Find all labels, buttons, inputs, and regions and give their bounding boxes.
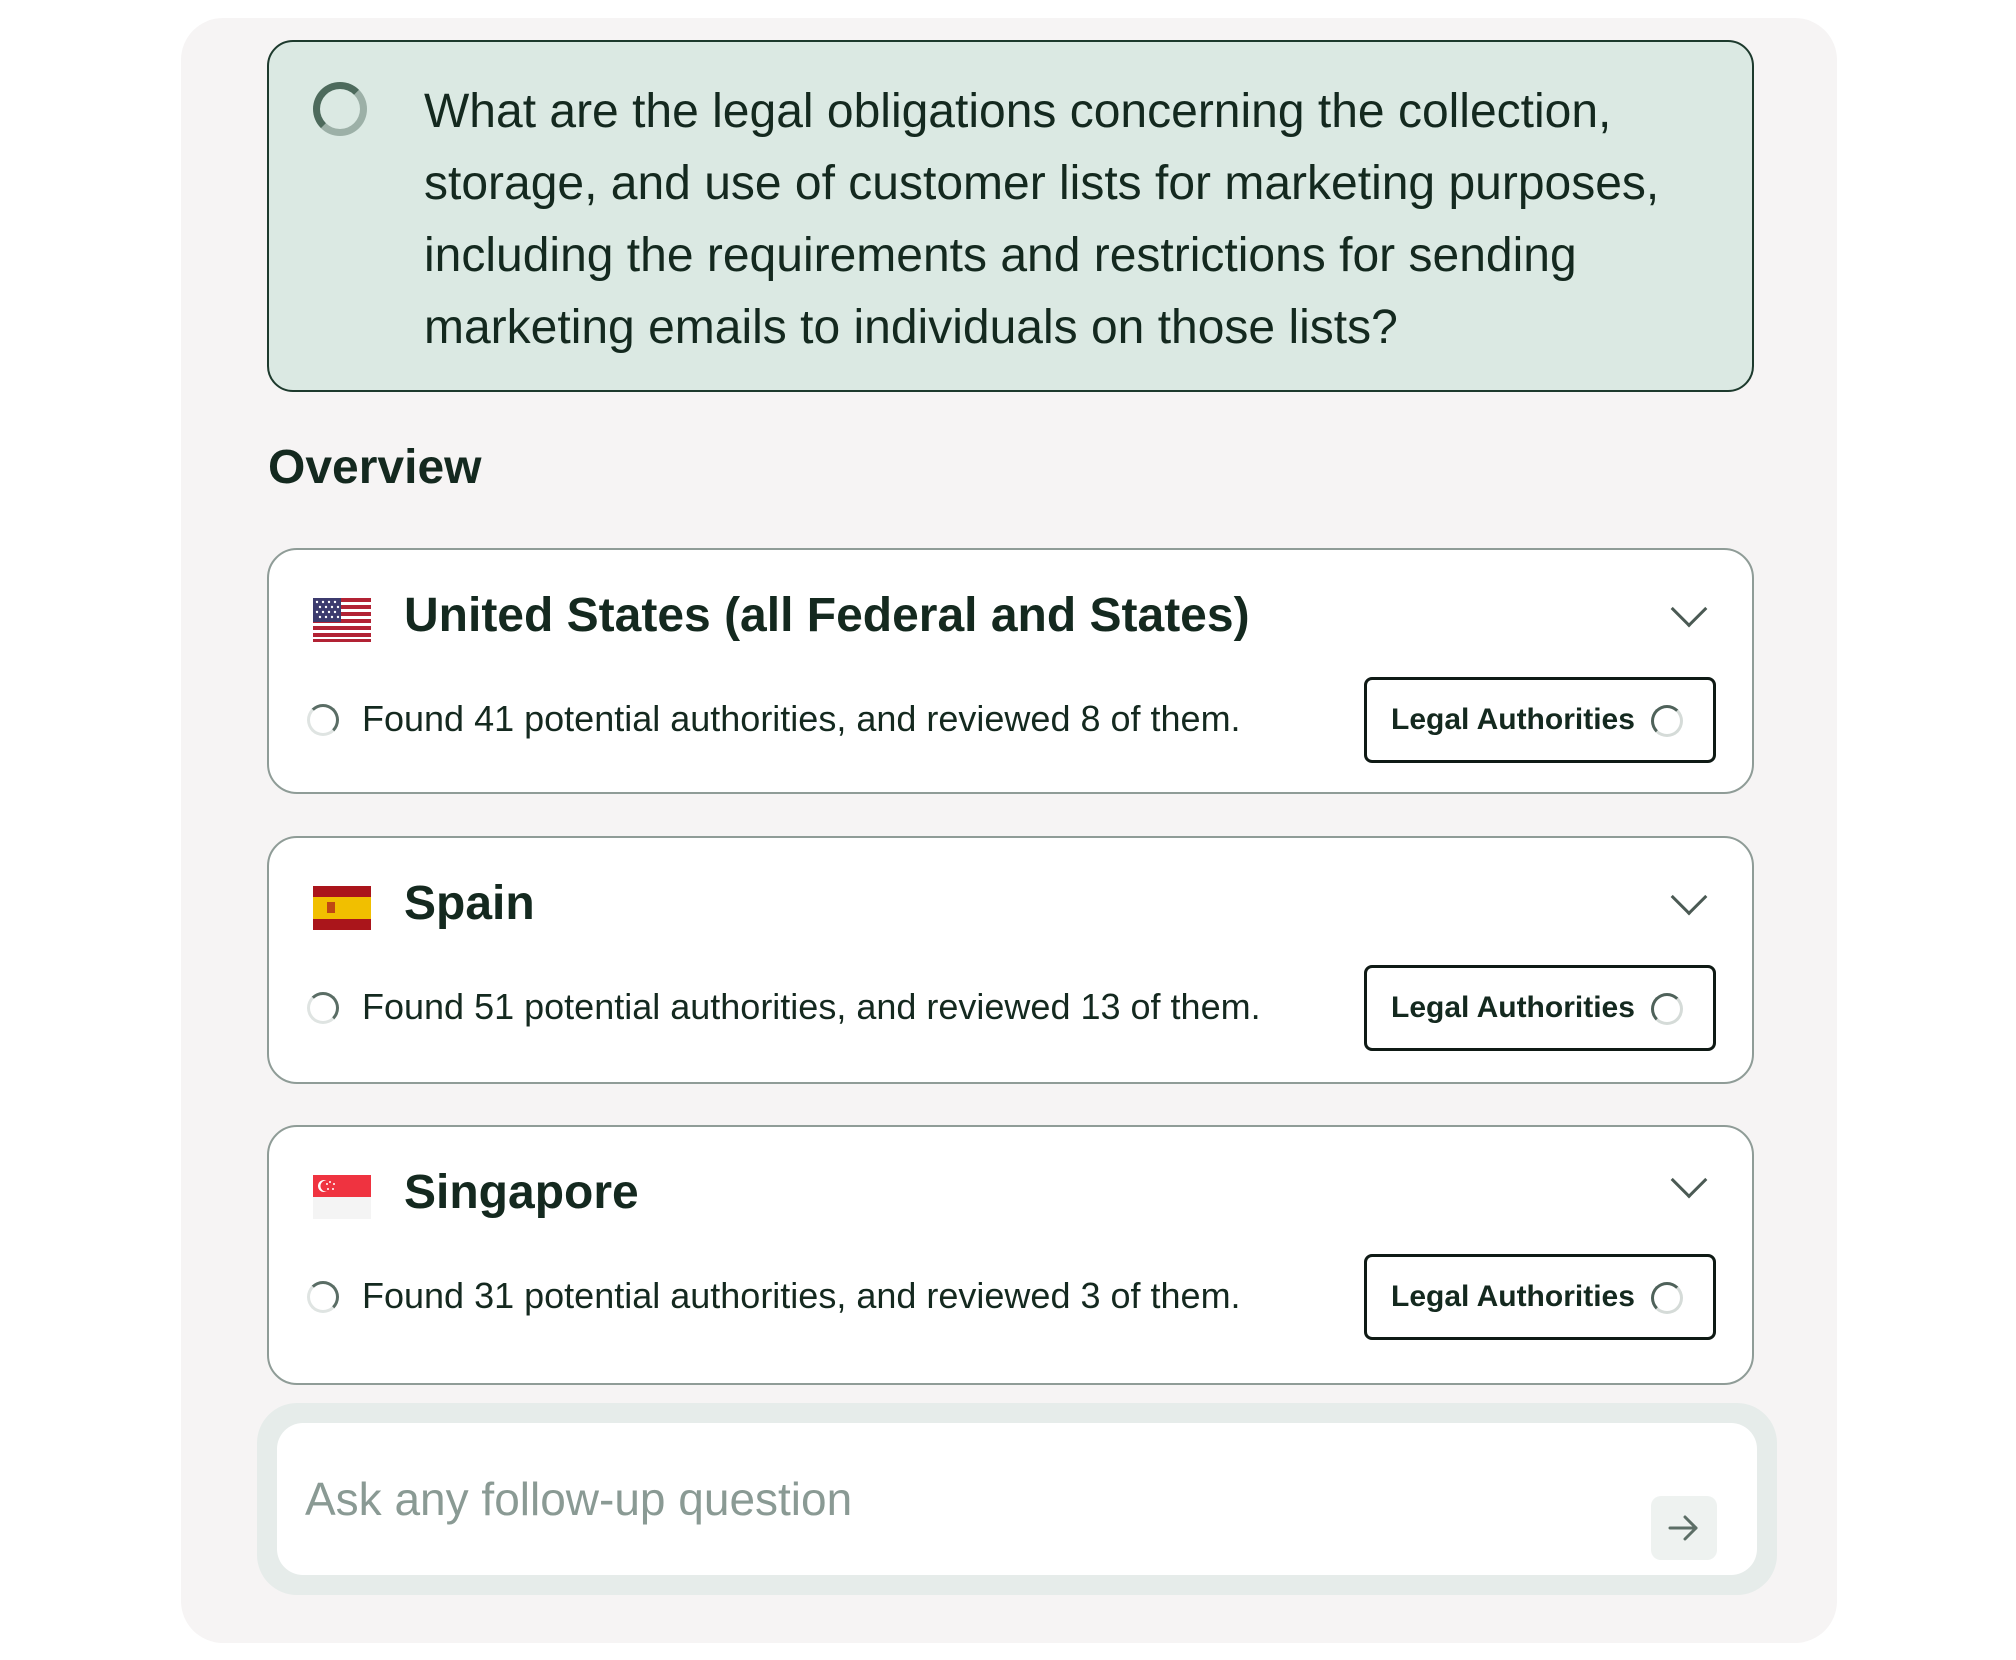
send-button[interactable] <box>1651 1496 1717 1560</box>
overview-heading: Overview <box>268 441 482 494</box>
loading-spinner-icon <box>1651 993 1683 1025</box>
status-text: Found 41 potential authorities, and revi… <box>362 698 1241 739</box>
loading-spinner-icon <box>307 992 339 1024</box>
loading-spinner-icon <box>1651 1282 1683 1314</box>
singapore-flag-icon <box>313 1175 371 1219</box>
button-label: Legal Authorities <box>1391 703 1635 736</box>
follow-up-container <box>257 1403 1777 1595</box>
chevron-down-icon[interactable] <box>1670 1161 1708 1199</box>
follow-up-input[interactable] <box>277 1423 1757 1575</box>
legal-authorities-button[interactable]: Legal Authorities <box>1364 965 1716 1051</box>
status-text: Found 31 potential authorities, and revi… <box>362 1275 1241 1316</box>
loading-spinner-icon <box>307 1281 339 1313</box>
legal-authorities-button[interactable]: Legal Authorities <box>1364 1254 1716 1340</box>
button-label: Legal Authorities <box>1391 1280 1635 1313</box>
button-label: Legal Authorities <box>1391 991 1635 1024</box>
loading-spinner-icon <box>307 704 339 736</box>
jurisdiction-card-united-states[interactable]: United States (all Federal and States) F… <box>267 548 1754 794</box>
arrow-right-icon <box>1668 1515 1698 1541</box>
chevron-down-icon[interactable] <box>1670 590 1708 628</box>
jurisdiction-card-singapore[interactable]: Singapore Found 31 potential authorities… <box>267 1125 1754 1385</box>
question-text: What are the legal obligations concernin… <box>424 85 1660 354</box>
us-flag-icon <box>313 598 371 642</box>
jurisdiction-card-spain[interactable]: Spain Found 51 potential authorities, an… <box>267 836 1754 1084</box>
loading-spinner-icon <box>313 82 367 136</box>
question-bubble: What are the legal obligations concernin… <box>267 40 1754 392</box>
chevron-down-icon[interactable] <box>1670 878 1708 916</box>
loading-spinner-icon <box>1651 705 1683 737</box>
legal-authorities-button[interactable]: Legal Authorities <box>1364 677 1716 763</box>
jurisdiction-title: Spain <box>404 877 535 930</box>
status-text: Found 51 potential authorities, and revi… <box>362 986 1261 1027</box>
jurisdiction-title: Singapore <box>404 1166 639 1219</box>
spain-flag-icon <box>313 886 371 930</box>
jurisdiction-title: United States (all Federal and States) <box>404 589 1250 642</box>
